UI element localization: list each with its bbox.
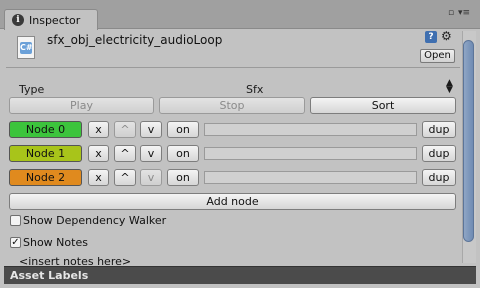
stop-button[interactable]: Stop xyxy=(159,97,305,114)
info-icon: i xyxy=(12,14,24,26)
show-notes-label: Show Notes xyxy=(23,236,88,249)
move-down-button[interactable]: v xyxy=(140,145,162,162)
lock-icon[interactable]: ▫ xyxy=(448,8,454,18)
show-notes-checkbox[interactable]: ✓ xyxy=(10,237,21,248)
node-value-field[interactable] xyxy=(204,147,417,160)
remove-node-button[interactable]: x xyxy=(88,121,109,138)
scrollbar-thumb[interactable] xyxy=(463,40,474,242)
inspector-window: i Inspector ▫ ▾≡ C# sfx_obj_electricity_… xyxy=(0,0,480,288)
tab-label: Inspector xyxy=(29,13,81,27)
remove-node-button[interactable]: x xyxy=(88,169,109,186)
toggle-on-button[interactable]: on xyxy=(167,121,199,138)
node-button[interactable]: Node 2 xyxy=(9,169,82,186)
move-down-button[interactable]: v xyxy=(140,169,162,186)
gear-icon[interactable]: ⚙ xyxy=(441,29,452,43)
node-value-field[interactable] xyxy=(204,171,417,184)
tab-bar: i Inspector ▫ ▾≡ xyxy=(0,0,480,30)
asset-labels-bar[interactable]: Asset Labels xyxy=(4,266,476,284)
duplicate-node-button[interactable]: dup xyxy=(422,145,456,162)
asset-labels-title: Asset Labels xyxy=(10,269,89,282)
open-button[interactable]: Open xyxy=(420,49,455,63)
add-node-button[interactable]: Add node xyxy=(9,193,456,210)
move-up-button[interactable]: ^ xyxy=(114,145,136,162)
duplicate-node-button[interactable]: dup xyxy=(422,121,456,138)
type-dropdown[interactable]: Sfx xyxy=(246,83,263,96)
toggle-on-button[interactable]: on xyxy=(167,145,199,162)
node-value-field[interactable] xyxy=(204,123,417,136)
move-up-button[interactable]: ^ xyxy=(114,169,136,186)
node-button[interactable]: Node 1 xyxy=(9,145,82,162)
play-button[interactable]: Play xyxy=(9,97,154,114)
move-up-button[interactable]: ^ xyxy=(114,121,136,138)
tab-inspector[interactable]: i Inspector xyxy=(4,9,98,30)
asset-name: sfx_obj_electricity_audioLoop xyxy=(47,33,223,47)
remove-node-button[interactable]: x xyxy=(88,145,109,162)
toggle-on-button[interactable]: on xyxy=(167,169,199,186)
help-icon[interactable]: ? xyxy=(425,31,437,43)
dependency-walker-label: Show Dependency Walker xyxy=(23,214,167,227)
header-divider xyxy=(6,67,460,68)
duplicate-node-button[interactable]: dup xyxy=(422,169,456,186)
sort-button[interactable]: Sort xyxy=(310,97,456,114)
node-button[interactable]: Node 0 xyxy=(9,121,82,138)
window-menu-icon[interactable]: ▾≡ xyxy=(458,8,470,18)
move-down-button[interactable]: v xyxy=(140,121,162,138)
type-label: Type xyxy=(19,83,45,96)
script-file-icon: C# xyxy=(17,36,35,59)
dependency-walker-checkbox[interactable] xyxy=(10,215,21,226)
dropdown-arrows-icon[interactable]: ▲ ▼ xyxy=(446,79,453,95)
